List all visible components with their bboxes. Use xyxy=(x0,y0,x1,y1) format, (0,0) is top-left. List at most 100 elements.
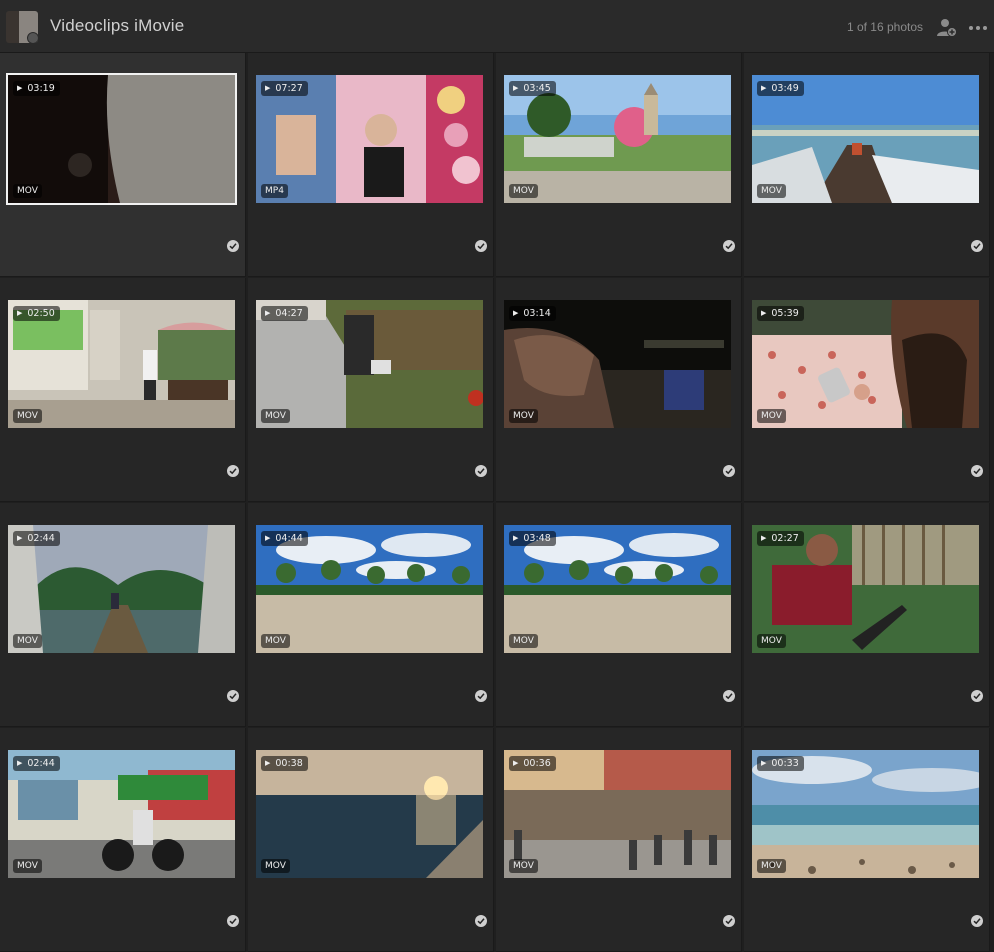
checkmark-icon[interactable] xyxy=(971,240,983,252)
play-icon: ▶ xyxy=(265,309,271,317)
clip-thumbnail[interactable]: ▶ 02:44 MOV xyxy=(8,525,235,653)
play-icon: ▶ xyxy=(17,534,23,542)
duration-text: 02:44 xyxy=(27,758,55,769)
duration-badge: ▶ 03:14 xyxy=(509,306,556,321)
clip-cell[interactable]: ▶ 03:49 MOV xyxy=(744,53,990,277)
clip-cell[interactable]: ▶ 02:44 MOV xyxy=(0,728,246,952)
format-badge: MOV xyxy=(757,409,786,423)
album-title: Videoclips iMovie xyxy=(50,16,185,35)
checkmark-icon[interactable] xyxy=(227,915,239,927)
clip-thumbnail[interactable]: ▶ 00:33 MOV xyxy=(752,750,979,878)
clip-cell[interactable]: ▶ 03:14 MOV xyxy=(496,278,742,502)
clip-thumbnail[interactable]: ▶ 02:27 MOV xyxy=(752,525,979,653)
clip-thumbnail[interactable]: ▶ 04:44 MOV xyxy=(256,525,483,653)
clip-thumbnail[interactable]: ▶ 04:27 MOV xyxy=(256,300,483,428)
duration-text: 02:44 xyxy=(27,533,55,544)
duration-badge: ▶ 04:44 xyxy=(261,531,308,546)
format-badge: MOV xyxy=(509,634,538,648)
clip-thumbnail[interactable]: ▶ 03:48 MOV xyxy=(504,525,731,653)
play-icon: ▶ xyxy=(265,84,271,92)
duration-badge: ▶ 04:27 xyxy=(261,306,308,321)
format-badge: MOV xyxy=(509,859,538,873)
duration-text: 04:27 xyxy=(275,308,303,319)
clip-cell[interactable]: ▶ 02:27 MOV xyxy=(744,503,990,727)
duration-badge: ▶ 03:48 xyxy=(509,531,556,546)
format-badge: MOV xyxy=(261,859,290,873)
format-badge: MOV xyxy=(757,859,786,873)
clip-cell[interactable]: ▶ 00:36 MOV xyxy=(496,728,742,952)
duration-badge: ▶ 02:44 xyxy=(13,756,60,771)
duration-badge: ▶ 02:44 xyxy=(13,531,60,546)
duration-text: 05:39 xyxy=(771,308,799,319)
duration-badge: ▶ 05:39 xyxy=(757,306,804,321)
duration-badge: ▶ 02:27 xyxy=(757,531,804,546)
checkmark-icon[interactable] xyxy=(971,690,983,702)
duration-text: 07:27 xyxy=(275,83,303,94)
person-add-icon[interactable] xyxy=(936,17,958,39)
clip-cell[interactable]: ▶ 02:50 MOV xyxy=(0,278,246,502)
clip-thumbnail[interactable]: ▶ 07:27 MP4 xyxy=(256,75,483,203)
checkmark-icon[interactable] xyxy=(723,690,735,702)
clip-thumbnail[interactable]: ▶ 02:44 MOV xyxy=(8,750,235,878)
checkmark-icon[interactable] xyxy=(475,690,487,702)
clip-cell[interactable]: ▶ 03:19 MOV xyxy=(0,53,246,277)
album-check-icon xyxy=(27,32,38,43)
clip-thumbnail[interactable]: ▶ 00:38 MOV xyxy=(256,750,483,878)
checkmark-icon[interactable] xyxy=(475,240,487,252)
photo-grid: ▶ 03:19 MOV ▶ 07:27 MP4 ▶ 03:45 MOV ▶ 03:49 MOV ▶ 02:… xyxy=(0,53,994,952)
ellipsis-icon[interactable] xyxy=(968,17,988,37)
duration-text: 00:33 xyxy=(771,758,799,769)
checkmark-icon[interactable] xyxy=(971,915,983,927)
checkmark-icon[interactable] xyxy=(475,465,487,477)
play-icon: ▶ xyxy=(17,759,23,767)
checkmark-icon[interactable] xyxy=(227,240,239,252)
format-badge: MOV xyxy=(757,634,786,648)
checkmark-icon[interactable] xyxy=(723,240,735,252)
duration-text: 03:45 xyxy=(523,83,551,94)
duration-text: 00:38 xyxy=(275,758,303,769)
checkmark-icon[interactable] xyxy=(971,465,983,477)
checkmark-icon[interactable] xyxy=(227,465,239,477)
clip-thumbnail[interactable]: ▶ 00:36 MOV xyxy=(504,750,731,878)
play-icon: ▶ xyxy=(761,84,767,92)
clip-thumbnail[interactable]: ▶ 03:49 MOV xyxy=(752,75,979,203)
clip-cell[interactable]: ▶ 03:48 MOV xyxy=(496,503,742,727)
play-icon: ▶ xyxy=(513,84,519,92)
clip-thumbnail[interactable]: ▶ 05:39 MOV xyxy=(752,300,979,428)
clip-cell[interactable]: ▶ 07:27 MP4 xyxy=(248,53,494,277)
play-icon: ▶ xyxy=(513,309,519,317)
checkmark-icon[interactable] xyxy=(475,915,487,927)
checkmark-icon[interactable] xyxy=(227,690,239,702)
play-icon: ▶ xyxy=(17,84,23,92)
duration-text: 02:27 xyxy=(771,533,799,544)
format-badge: MOV xyxy=(261,634,290,648)
clip-thumbnail[interactable]: ▶ 02:50 MOV xyxy=(8,300,235,428)
clip-cell[interactable]: ▶ 00:38 MOV xyxy=(248,728,494,952)
play-icon: ▶ xyxy=(761,309,767,317)
duration-text: 02:50 xyxy=(27,308,55,319)
clip-thumbnail[interactable]: ▶ 03:45 MOV xyxy=(504,75,731,203)
clip-thumbnail[interactable]: ▶ 03:19 MOV xyxy=(6,73,237,205)
clip-cell[interactable]: ▶ 00:33 MOV xyxy=(744,728,990,952)
duration-badge: ▶ 07:27 xyxy=(261,81,308,96)
format-badge: MOV xyxy=(13,634,42,648)
duration-badge: ▶ 03:49 xyxy=(757,81,804,96)
play-icon: ▶ xyxy=(513,534,519,542)
play-icon: ▶ xyxy=(761,534,767,542)
duration-text: 03:48 xyxy=(523,533,551,544)
clip-cell[interactable]: ▶ 03:45 MOV xyxy=(496,53,742,277)
clip-cell[interactable]: ▶ 04:27 MOV xyxy=(248,278,494,502)
format-badge: MOV xyxy=(13,184,42,198)
checkmark-icon[interactable] xyxy=(723,465,735,477)
format-badge: MOV xyxy=(13,859,42,873)
clip-cell[interactable]: ▶ 04:44 MOV xyxy=(248,503,494,727)
play-icon: ▶ xyxy=(513,759,519,767)
format-badge: MOV xyxy=(261,409,290,423)
clip-cell[interactable]: ▶ 02:44 MOV xyxy=(0,503,246,727)
checkmark-icon[interactable] xyxy=(723,915,735,927)
format-badge: MOV xyxy=(13,409,42,423)
duration-badge: ▶ 00:36 xyxy=(509,756,556,771)
clip-thumbnail[interactable]: ▶ 03:14 MOV xyxy=(504,300,731,428)
clip-cell[interactable]: ▶ 05:39 MOV xyxy=(744,278,990,502)
album-thumbnail[interactable] xyxy=(6,11,38,43)
